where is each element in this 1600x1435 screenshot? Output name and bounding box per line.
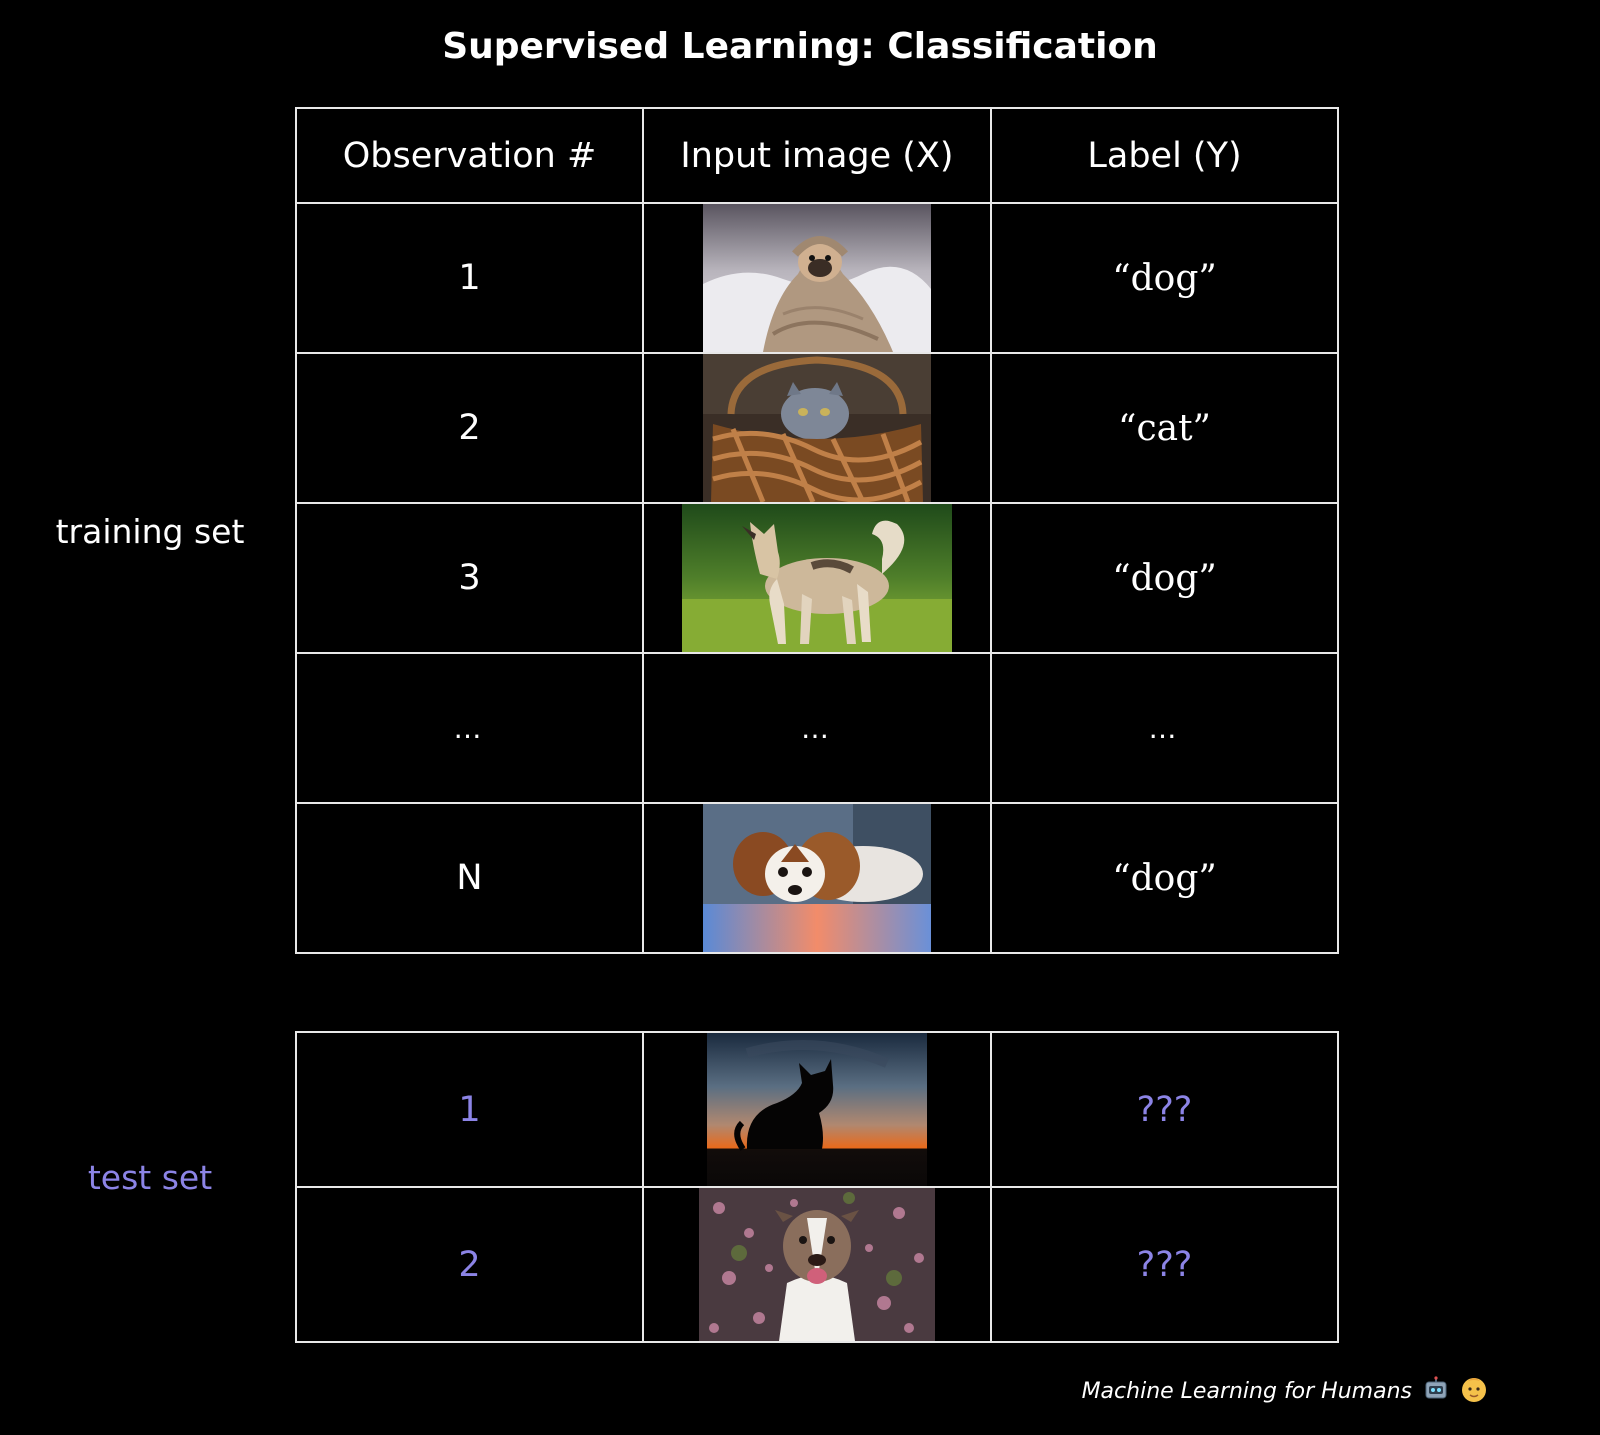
observation-ellipsis: … (295, 652, 644, 804)
observation-cell: 1 (295, 202, 644, 354)
observation-cell: 2 (295, 352, 644, 504)
table-row: 1 (295, 202, 1339, 354)
header-label: Label (Y) (990, 107, 1339, 204)
training-set-label: training set (55, 512, 245, 551)
header-row: Observation # Input image (X) Label (Y) (295, 107, 1339, 204)
page-title: Supervised Learning: Classification (442, 26, 1158, 67)
label-cell: “dog” (990, 202, 1339, 354)
robot-icon (1423, 1376, 1449, 1408)
observation-cell: 3 (295, 502, 644, 654)
husky-on-grass-photo (682, 505, 952, 651)
pitbull-in-petals-photo (699, 1189, 935, 1340)
label-cell: “dog” (990, 502, 1339, 654)
unknown-label-cell: ??? (990, 1186, 1339, 1343)
table-row: 1 (295, 1031, 1339, 1188)
table-row: N “dog” (295, 802, 1339, 954)
header-input-image: Input image (X) (642, 107, 992, 204)
training-table: Observation # Input image (X) Label (Y) … (295, 107, 1339, 954)
spaniel-puppy-photo (703, 805, 931, 951)
table-row: 3 “dog” (295, 502, 1339, 654)
pug-in-blanket-photo (703, 205, 931, 351)
cat-silhouette-sunset-photo (707, 1034, 927, 1185)
observation-cell: N (295, 802, 644, 954)
test-set-label: test set (87, 1158, 213, 1197)
table-row: 2 (295, 1186, 1339, 1343)
image-ellipsis: … (642, 652, 992, 804)
kitten-in-basket-photo (703, 355, 931, 501)
table-row: … … … (295, 652, 1339, 804)
test-table: 1 ??? 2 ??? (295, 1031, 1339, 1343)
label-cell: “cat” (990, 352, 1339, 504)
unknown-label-cell: ??? (990, 1031, 1339, 1188)
label-cell: “dog” (990, 802, 1339, 954)
credit-text: Machine Learning for Humans (1081, 1379, 1412, 1404)
table-row: 2 (295, 352, 1339, 504)
observation-cell: 1 (295, 1031, 644, 1188)
label-ellipsis: … (990, 652, 1339, 804)
header-observation: Observation # (295, 107, 644, 204)
observation-cell: 2 (295, 1186, 644, 1343)
credit-line: Machine Learning for Humans (1082, 1375, 1488, 1409)
baby-face-icon (1460, 1375, 1488, 1409)
